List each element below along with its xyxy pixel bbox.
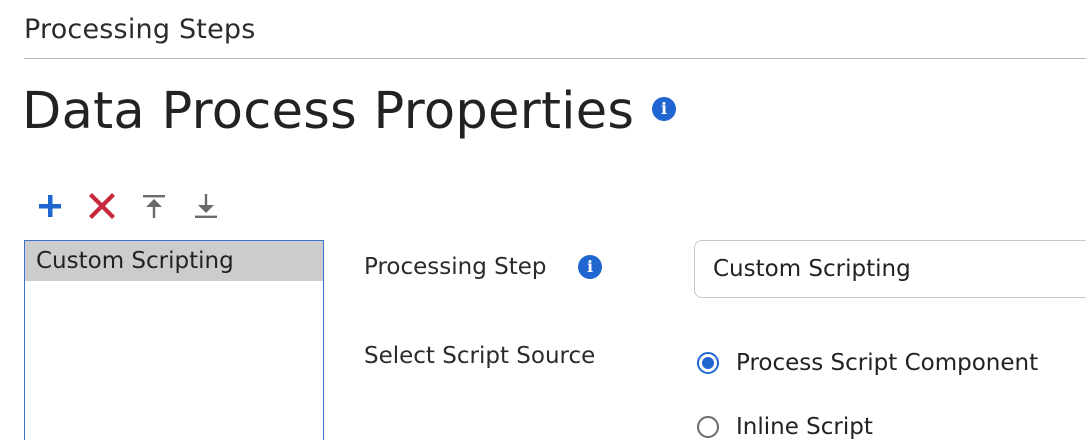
info-icon[interactable]: i bbox=[652, 97, 676, 121]
radio-label: Process Script Component bbox=[736, 350, 1039, 376]
radio-inline-script[interactable]: Inline Script bbox=[697, 414, 873, 440]
processing-steps-list[interactable]: Custom Scripting bbox=[24, 240, 324, 440]
radio-process-script-component[interactable]: Process Script Component bbox=[697, 350, 1038, 376]
delete-step-button[interactable] bbox=[85, 188, 119, 224]
section-divider bbox=[24, 58, 1086, 59]
processing-step-label: Processing Step bbox=[364, 254, 547, 280]
processing-step-input[interactable] bbox=[694, 240, 1086, 298]
move-to-top-icon bbox=[143, 195, 165, 218]
radio-button[interactable] bbox=[697, 352, 719, 374]
move-step-top-button[interactable] bbox=[137, 188, 171, 224]
data-process-properties-panel: Processing Steps Data Process Properties… bbox=[0, 0, 1086, 440]
list-item[interactable]: Custom Scripting bbox=[25, 241, 323, 281]
radio-label: Inline Script bbox=[736, 414, 873, 440]
move-to-bottom-icon bbox=[195, 194, 217, 218]
x-icon bbox=[89, 193, 115, 219]
plus-icon bbox=[39, 195, 61, 217]
page-title: Data Process Properties bbox=[22, 82, 635, 141]
info-icon[interactable]: i bbox=[578, 255, 602, 279]
move-step-bottom-button[interactable] bbox=[189, 188, 223, 224]
radio-button[interactable] bbox=[697, 416, 719, 438]
script-source-label: Select Script Source bbox=[364, 343, 596, 369]
add-step-button[interactable] bbox=[33, 188, 67, 224]
section-title: Processing Steps bbox=[24, 14, 256, 45]
